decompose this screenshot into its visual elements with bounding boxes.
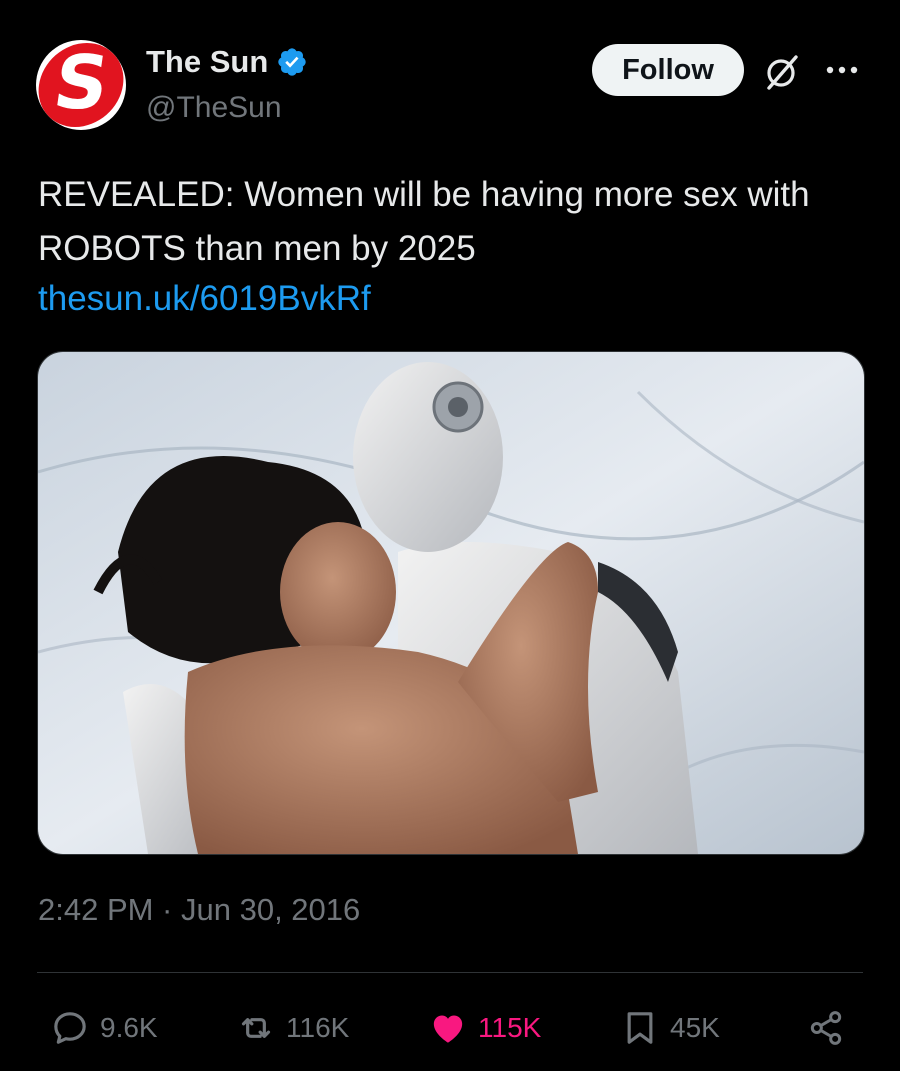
- grok-icon[interactable]: [762, 52, 802, 92]
- author-display-name[interactable]: The Sun: [146, 44, 308, 80]
- like-count: 115K: [478, 1012, 542, 1043]
- tweet-text: REVEALED: Women will be having more sex …: [38, 175, 810, 268]
- reply-button[interactable]: 9.6K: [50, 1006, 158, 1050]
- repost-button[interactable]: 116K: [236, 1006, 349, 1050]
- bookmark-count: 45K: [670, 1012, 720, 1043]
- tweet-link[interactable]: thesun.uk/6019BvkRf: [38, 276, 371, 322]
- repost-icon: [241, 1018, 271, 1038]
- author-name-text: The Sun: [146, 44, 269, 79]
- media-photo: [38, 352, 864, 854]
- bookmark-button[interactable]: 45K: [620, 1006, 720, 1050]
- avatar[interactable]: S: [36, 40, 126, 130]
- share-icon: [810, 1011, 842, 1045]
- avatar-letter: S: [48, 40, 114, 126]
- verified-badge-icon: [278, 48, 306, 76]
- tweet-media-image[interactable]: [37, 351, 865, 855]
- share-button[interactable]: [806, 1006, 846, 1050]
- tweet-card: S The Sun @TheSun Follow REVEALED: Women…: [0, 0, 900, 1071]
- reply-count: 9.6K: [100, 1012, 158, 1043]
- bookmark-icon: [627, 1012, 653, 1044]
- repost-count: 116K: [286, 1012, 350, 1043]
- avatar-logo: S: [36, 40, 126, 127]
- like-button[interactable]: 115K: [428, 1006, 541, 1050]
- like-heart-icon: [433, 1015, 463, 1043]
- author-handle[interactable]: @TheSun: [146, 91, 282, 125]
- divider: [37, 972, 863, 973]
- more-horizontal-icon[interactable]: [824, 60, 860, 80]
- reply-icon: [54, 1012, 86, 1044]
- follow-button[interactable]: Follow: [592, 44, 744, 96]
- tweet-timestamp[interactable]: 2:42 PM · Jun 30, 2016: [38, 892, 360, 928]
